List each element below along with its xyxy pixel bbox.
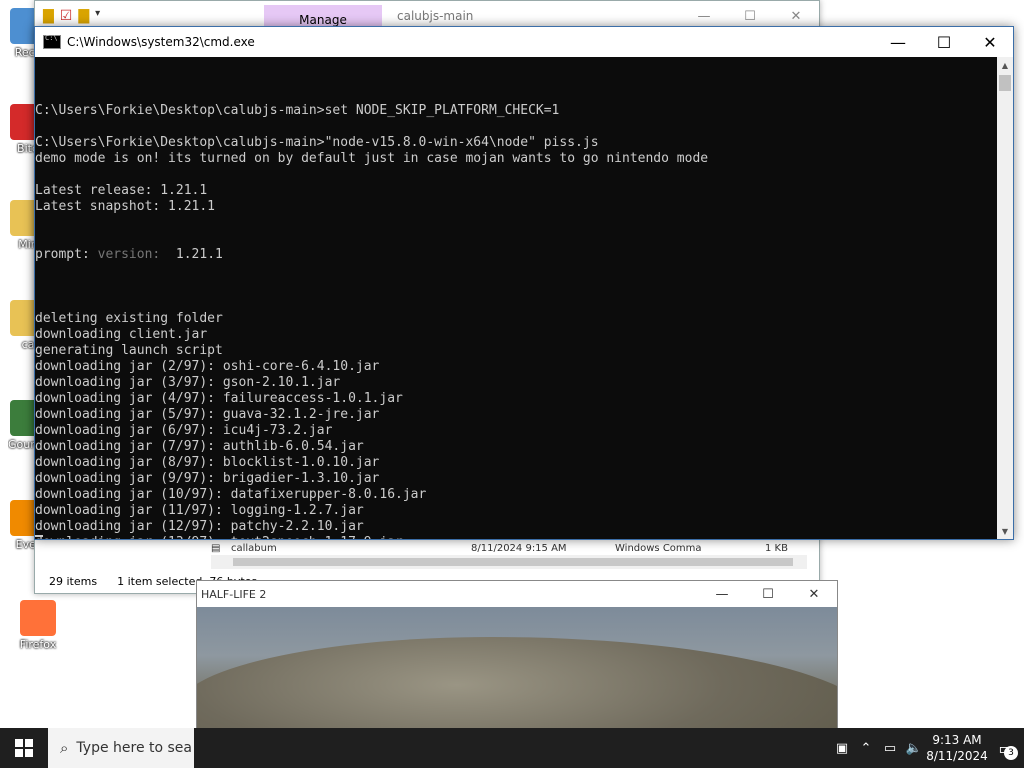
explorer-title: calubjs-main bbox=[397, 9, 474, 23]
console-line: downloading jar (6/97): icu4j-73.2.jar bbox=[35, 423, 333, 438]
console-line: demo mode is on! its turned on by defaul… bbox=[35, 151, 709, 166]
clock-time: 9:13 AM bbox=[932, 733, 982, 747]
close-button[interactable]: ✕ bbox=[967, 27, 1013, 57]
search-placeholder: Type here to sea bbox=[76, 740, 193, 756]
start-button[interactable] bbox=[0, 728, 48, 768]
file-row[interactable]: ▤ callabum 8/11/2024 9:15 AM Windows Com… bbox=[211, 543, 807, 554]
scroll-up-icon[interactable]: ▲ bbox=[997, 57, 1013, 73]
firefox-icon bbox=[20, 600, 56, 636]
console-line: downloading jar (2/97): oshi-core-6.4.10… bbox=[35, 359, 380, 374]
quick-access-toolbar: ▇ ☑ ▇ ▾ bbox=[35, 8, 100, 24]
console-line: downloading jar (9/97): brigadier-1.3.10… bbox=[35, 471, 380, 486]
console-line: downloading jar (3/97): gson-2.10.1.jar bbox=[35, 375, 341, 390]
halflife-titlebar[interactable]: HALF-LIFE 2 — ☐ ✕ bbox=[197, 581, 837, 607]
game-viewport[interactable] bbox=[197, 607, 837, 728]
console-line: downloading jar (11/97): logging-1.2.7.j… bbox=[35, 503, 364, 518]
maximize-button[interactable]: ☐ bbox=[921, 27, 967, 57]
chevron-down-icon[interactable]: ▾ bbox=[95, 8, 100, 24]
system-tray: ▣ ⌃ ▭ 🔈 9:13 AM 8/11/2024 ▭ 3 bbox=[830, 728, 1024, 768]
file-icon: ▤ bbox=[211, 543, 221, 554]
desktop-icon-firefox[interactable]: Firefox bbox=[18, 600, 58, 651]
desktop: RecyBitdMincaGoun ScEverFirefox ▇ ☑ ▇ ▾ … bbox=[0, 0, 1024, 728]
console-output[interactable]: C:\Users\Forkie\Desktop\calubjs-main>set… bbox=[35, 57, 997, 539]
console-line: Latest release: 1.21.1 bbox=[35, 183, 208, 198]
console-line: downloading jar (12/97): patchy-2.2.10.j… bbox=[35, 519, 364, 534]
properties-icon[interactable]: ☑ bbox=[60, 8, 73, 24]
tray-app-icon[interactable]: ▣ bbox=[830, 728, 854, 768]
scrollbar-thumb[interactable] bbox=[999, 75, 1011, 91]
windows-logo-icon bbox=[15, 739, 33, 757]
console-line: downloading jar (8/97): blocklist-1.0.10… bbox=[35, 455, 380, 470]
console-line: downloading jar (4/97): failureaccess-1.… bbox=[35, 391, 403, 406]
minimize-button[interactable]: — bbox=[875, 27, 921, 57]
new-folder-icon[interactable]: ▇ bbox=[78, 8, 89, 24]
halflife-title: HALF-LIFE 2 bbox=[201, 587, 267, 601]
cmd-window[interactable]: C:\Windows\system32\cmd.exe — ☐ ✕ C:\Use… bbox=[34, 26, 1014, 540]
halflife-window[interactable]: HALF-LIFE 2 — ☐ ✕ bbox=[196, 580, 838, 728]
cmd-titlebar[interactable]: C:\Windows\system32\cmd.exe — ☐ ✕ bbox=[35, 27, 1013, 57]
file-date: 8/11/2024 9:15 AM bbox=[471, 543, 567, 554]
scroll-down-icon[interactable]: ▼ bbox=[997, 523, 1013, 539]
console-line: downloading jar (10/97): datafixerupper-… bbox=[35, 487, 427, 502]
scrollbar-thumb[interactable] bbox=[233, 558, 793, 566]
console-line: C:\Users\Forkie\Desktop\calubjs-main>"no… bbox=[35, 135, 599, 150]
status-item-count: 29 items bbox=[49, 575, 98, 588]
text-cursor bbox=[35, 535, 43, 537]
console-line: Latest snapshot: 1.21.1 bbox=[35, 199, 216, 214]
clock[interactable]: 9:13 AM 8/11/2024 bbox=[926, 732, 988, 764]
search-box[interactable]: ⌕ Type here to sea bbox=[48, 728, 194, 768]
folder-icon[interactable]: ▇ bbox=[43, 8, 54, 24]
game-scene-rock bbox=[197, 637, 837, 728]
prompt-line: prompt: version: 1.21.1 bbox=[35, 247, 223, 262]
clock-date: 8/11/2024 bbox=[926, 749, 988, 763]
console-line: downloading client.jar bbox=[35, 327, 208, 342]
console-line: downloading jar (7/97): authlib-6.0.54.j… bbox=[35, 439, 364, 454]
vertical-scrollbar[interactable]: ▲ ▼ bbox=[997, 57, 1013, 539]
volume-icon[interactable]: 🔈 bbox=[902, 728, 926, 768]
taskbar: ⌕ Type here to sea ▣ ⌃ ▭ 🔈 9:13 AM 8/11/… bbox=[0, 728, 1024, 768]
console-line: downloading jar (5/97): guava-32.1.2-jre… bbox=[35, 407, 380, 422]
file-name: callabum bbox=[231, 543, 277, 554]
console-line: C:\Users\Forkie\Desktop\calubjs-main>set… bbox=[35, 103, 560, 118]
cmd-title: C:\Windows\system32\cmd.exe bbox=[67, 35, 255, 49]
close-button[interactable]: ✕ bbox=[791, 581, 837, 607]
cmd-window-controls: — ☐ ✕ bbox=[875, 27, 1013, 57]
notification-badge: 3 bbox=[1004, 746, 1018, 760]
console-line: deleting existing folder bbox=[35, 311, 223, 326]
console-line: generating launch script bbox=[35, 343, 223, 358]
notification-button[interactable]: ▭ 3 bbox=[988, 728, 1024, 768]
cmd-icon bbox=[43, 34, 61, 49]
search-icon: ⌕ bbox=[60, 739, 69, 757]
desktop-icon-label: Firefox bbox=[19, 638, 57, 651]
halflife-window-controls: — ☐ ✕ bbox=[699, 581, 837, 607]
console-line: downloading jar (13/97): text2speech-1.1… bbox=[35, 535, 997, 539]
network-icon[interactable]: ▭ bbox=[878, 728, 902, 768]
file-type: Windows Comma bbox=[615, 543, 702, 554]
minimize-button[interactable]: — bbox=[699, 581, 745, 607]
file-size: 1 KB bbox=[765, 543, 788, 554]
chevron-up-icon[interactable]: ⌃ bbox=[854, 728, 878, 768]
maximize-button[interactable]: ☐ bbox=[745, 581, 791, 607]
horizontal-scrollbar[interactable] bbox=[211, 555, 807, 569]
